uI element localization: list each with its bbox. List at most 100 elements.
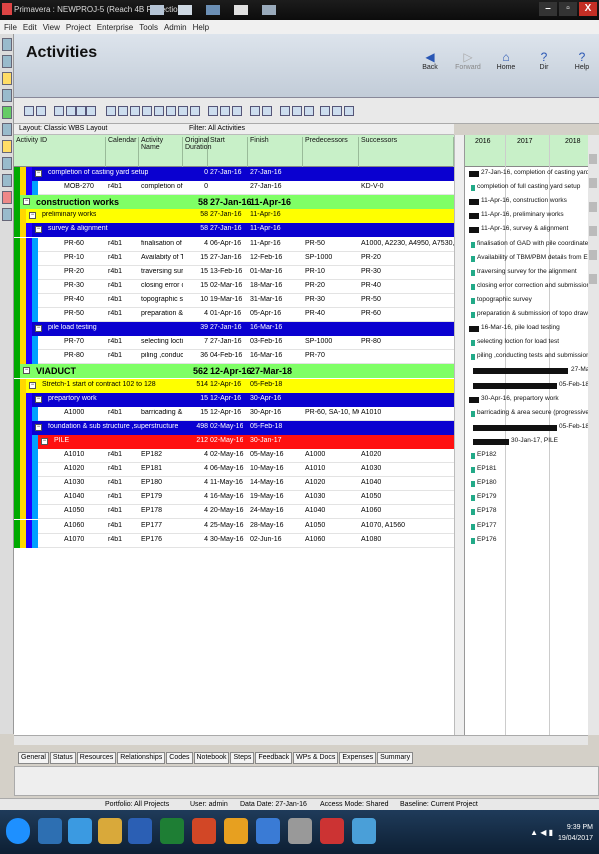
side-icon[interactable]: [589, 250, 597, 260]
toolbar-button-icon[interactable]: [178, 106, 188, 116]
toolbar-button-icon[interactable]: [154, 106, 164, 116]
minimize-button[interactable]: –: [539, 2, 557, 16]
side-icon[interactable]: [589, 178, 597, 188]
activity-row[interactable]: PR-80 r4b1 piling ,conductir 3604-Feb-16 16-…: [14, 350, 454, 365]
gantt-summary-bar[interactable]: [469, 227, 479, 234]
filter-label[interactable]: Filter: All Activities: [189, 125, 245, 132]
menu-item-admin[interactable]: Admin: [164, 23, 187, 32]
toolbar-button-icon[interactable]: [304, 106, 314, 116]
wbs-row[interactable]: − VIADUCT 562 12-Apr-16 27-Mar-18: [14, 364, 454, 379]
activities-icon[interactable]: [2, 72, 12, 85]
menu-item-tools[interactable]: Tools: [139, 23, 158, 32]
forward-button[interactable]: ▷ Forward: [455, 50, 481, 71]
tab-expenses[interactable]: Expenses: [339, 752, 377, 764]
issues-icon[interactable]: [2, 157, 12, 170]
gantt-activity-bar[interactable]: [471, 453, 475, 459]
toolbar-button-icon[interactable]: [232, 106, 242, 116]
assignments-icon[interactable]: [2, 89, 12, 102]
wbs-row[interactable]: − foundation & sub structure ,superstruct…: [14, 420, 454, 435]
activity-row[interactable]: A1040 r4b1 EP179 4 16-May-16 19-May-16 A1030 A1…: [14, 491, 454, 506]
tray-icons[interactable]: ▲ ◀ ▮: [530, 828, 553, 837]
start-button[interactable]: [6, 818, 30, 844]
gantt-activity-bar[interactable]: [471, 312, 475, 318]
taskbar-clock[interactable]: 9:39 PM 19/04/2017: [558, 822, 593, 844]
activity-row[interactable]: MOB-270 r4b1 completion of fu 0 27-Jan-16 KD-…: [14, 181, 454, 196]
home-button[interactable]: ⌂ Home: [493, 50, 519, 71]
menu-item-file[interactable]: File: [4, 23, 17, 32]
tracking-icon[interactable]: [2, 123, 12, 136]
collapse-toggle-icon[interactable]: −: [23, 367, 30, 375]
wbs-row[interactable]: − preliminary works 58 27-Jan-16 11-Apr-16: [14, 209, 454, 224]
col-start[interactable]: Start: [208, 137, 248, 167]
projects-icon[interactable]: [2, 38, 12, 51]
menu-item-help[interactable]: Help: [193, 23, 209, 32]
collapse-toggle-icon[interactable]: −: [35, 226, 42, 234]
gantt-activity-bar[interactable]: [471, 523, 475, 530]
close-button[interactable]: X: [579, 2, 597, 16]
resources-icon[interactable]: [2, 106, 12, 119]
toolbar-button-icon[interactable]: [86, 106, 96, 116]
gantt-activity-bar[interactable]: [471, 509, 475, 516]
activity-row[interactable]: PR-20 r4b1 traversing surve 1513-Feb-16 01-M…: [14, 265, 454, 280]
col-activity-name[interactable]: Activity Name: [139, 137, 183, 167]
app-icon[interactable]: [288, 818, 312, 844]
back-button[interactable]: ◀ Back: [417, 50, 443, 71]
toolbar-button-icon[interactable]: [106, 106, 116, 116]
side-icon[interactable]: [589, 226, 597, 236]
activity-row[interactable]: PR-10 r4b1 Availabity of TE 1527-Jan-16 12-F…: [14, 251, 454, 266]
app-icon[interactable]: [352, 818, 376, 844]
tab-notebook[interactable]: Notebook: [193, 752, 230, 764]
gantt-summary-bar[interactable]: [473, 438, 509, 445]
toolbar-button-icon[interactable]: [292, 106, 302, 116]
gantt-summary-bar[interactable]: [469, 326, 479, 333]
horizontal-scrollbar[interactable]: [14, 735, 588, 745]
wbs-row[interactable]: − survey & alignment 58 27-Jan-16 11-Apr-16: [14, 223, 454, 238]
tab-feedback[interactable]: Feedback: [255, 752, 293, 764]
gantt-activity-bar[interactable]: [471, 481, 475, 488]
media-player-icon[interactable]: [38, 818, 62, 844]
toolbar-button-icon[interactable]: [280, 106, 290, 116]
gantt-activity-bar[interactable]: [471, 283, 475, 290]
activity-row[interactable]: PR-50 r4b1 preparation & su 401-Apr-16 05-Ap…: [14, 308, 454, 323]
col-calendar[interactable]: Calendar: [106, 137, 139, 167]
side-icon[interactable]: [589, 202, 597, 212]
collapse-toggle-icon[interactable]: −: [35, 423, 42, 431]
tab-steps[interactable]: Steps: [230, 752, 255, 764]
toolbar-button-icon[interactable]: [66, 106, 76, 116]
gantt-activity-bar[interactable]: [471, 241, 475, 248]
file-explorer-icon[interactable]: [98, 818, 122, 844]
activity-row[interactable]: A1020 r4b1 EP181 4 06-May-16 10-May-16 A1010 A1…: [14, 463, 454, 478]
gantt-activity-bar[interactable]: [471, 537, 475, 544]
toolbar-button-icon[interactable]: [130, 106, 140, 116]
table-vertical-scrollbar[interactable]: [454, 135, 464, 735]
col-finish[interactable]: Finish: [248, 137, 303, 167]
tab-status[interactable]: Status: [49, 752, 76, 764]
menu-item-project[interactable]: Project: [66, 23, 91, 32]
toolbar-button-icon[interactable]: [208, 106, 218, 116]
tab-general[interactable]: General: [18, 752, 49, 764]
wbs-icon[interactable]: [2, 55, 12, 68]
tab-codes[interactable]: Codes: [166, 752, 193, 764]
gantt-activity-bar[interactable]: [471, 495, 475, 502]
collapse-toggle-icon[interactable]: −: [35, 170, 42, 177]
gantt-activity-bar[interactable]: [471, 297, 475, 304]
toolbar-button-icon[interactable]: [220, 106, 230, 116]
gantt-activity-bar[interactable]: [471, 410, 475, 417]
internet-explorer-icon[interactable]: [68, 818, 92, 844]
wbs-row[interactable]: − construction works 58 27-Jan-16 11-Apr-16: [14, 195, 454, 210]
tab-resources[interactable]: Resources: [76, 752, 117, 764]
toolbar-button-icon[interactable]: [142, 106, 152, 116]
risks-icon[interactable]: [2, 191, 12, 204]
collapse-toggle-icon[interactable]: −: [41, 437, 48, 445]
toolbar-button-icon[interactable]: [332, 106, 342, 116]
side-icon[interactable]: [589, 154, 597, 164]
gantt-activity-bar[interactable]: [471, 185, 475, 192]
collapse-toggle-icon[interactable]: −: [23, 198, 30, 206]
help-button[interactable]: ? Help: [569, 50, 595, 71]
tab-relationships[interactable]: Relationships: [117, 752, 166, 764]
toolbar-button-icon[interactable]: [344, 106, 354, 116]
maximize-button[interactable]: ▫: [559, 2, 577, 16]
activity-row[interactable]: PR-60 r4b1 finalisation of GA 406-Apr-16 11-…: [14, 237, 454, 252]
toolbar-button-icon[interactable]: [320, 106, 330, 116]
wbs-row[interactable]: − completion of casting yard setup 0 27-Jan…: [14, 167, 454, 182]
